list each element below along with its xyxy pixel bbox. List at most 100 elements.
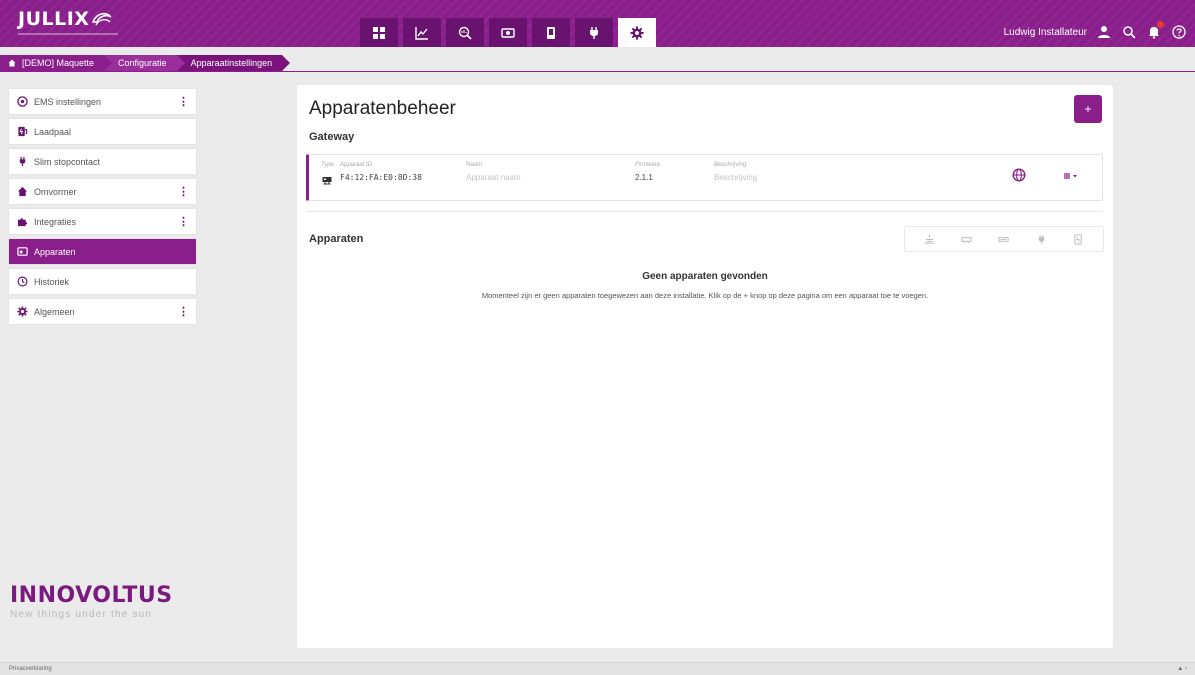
notification-bell-icon[interactable] bbox=[1146, 21, 1164, 40]
plug-icon bbox=[1038, 234, 1044, 244]
menu-caret-icon bbox=[1064, 173, 1077, 179]
gateway-id-label: Apparaat ID bbox=[340, 162, 373, 168]
logo-swirl-icon bbox=[92, 12, 113, 26]
filter-meter[interactable] bbox=[923, 232, 937, 246]
sidebar-item-label: Laadpaal bbox=[34, 126, 72, 137]
gateway-id-value: F4:12:FA:E0:8D:38 bbox=[340, 173, 422, 182]
dashboard-icon bbox=[373, 26, 385, 39]
more-options-icon[interactable]: ⋮ bbox=[178, 185, 189, 198]
gateway-name-label: Naam bbox=[466, 162, 483, 168]
sidebar-item-algemeen[interactable]: Algemeen ⋮ bbox=[9, 299, 196, 324]
gateway-firmware-label: Firmware bbox=[635, 162, 660, 168]
history-icon bbox=[17, 276, 28, 287]
gateway-name-column: Naam Apparaat naam bbox=[466, 162, 521, 182]
sidebar-item-label: EMS instellingen bbox=[34, 96, 102, 107]
gateway-id-column: Apparaat ID F4:12:FA:E0:8D:38 bbox=[340, 162, 422, 182]
add-device-button[interactable]: + bbox=[1074, 95, 1102, 123]
plug-icon bbox=[19, 156, 26, 167]
nav-tab-settings[interactable] bbox=[618, 18, 656, 47]
device-icon bbox=[17, 247, 28, 256]
breadcrumb: [DEMO] Maquette Configuratie Apparaatins… bbox=[0, 55, 290, 71]
brand-name: INNOVOLTUS bbox=[10, 583, 173, 608]
gateway-menu-dropdown[interactable] bbox=[1060, 168, 1082, 184]
help-icon[interactable] bbox=[1171, 24, 1187, 40]
gateway-section-title: Gateway bbox=[309, 131, 355, 143]
gateway-type-column: Type bbox=[321, 162, 334, 168]
meter-icon bbox=[925, 234, 935, 244]
section-divider bbox=[306, 211, 1103, 212]
scroll-top-icon[interactable]: ▲ › bbox=[1177, 666, 1187, 672]
more-options-icon[interactable]: ⋮ bbox=[178, 215, 189, 228]
nav-tab-analytics[interactable] bbox=[446, 18, 484, 47]
gateway-description-label: Beschrijving bbox=[714, 162, 747, 168]
sidebar-item-integraties[interactable]: Integraties ⋮ bbox=[9, 209, 196, 234]
logo-subtitle-line bbox=[18, 33, 118, 35]
sidebar-item-omvormer[interactable]: Omvormer ⋮ bbox=[9, 179, 196, 204]
charger-icon bbox=[1074, 233, 1082, 245]
sidebar-item-label: Algemeen bbox=[34, 306, 75, 317]
user-area: Ludwig Installateur bbox=[1004, 21, 1187, 40]
charger-icon bbox=[18, 126, 28, 137]
sidebar-item-label: Integraties bbox=[34, 216, 77, 227]
nav-tab-statistics[interactable] bbox=[403, 18, 441, 47]
breadcrumb-configuratie-label: Configuratie bbox=[118, 58, 167, 68]
search-icon[interactable] bbox=[1121, 24, 1137, 40]
money-icon bbox=[501, 27, 515, 38]
filter-inverter[interactable] bbox=[997, 232, 1011, 246]
sidebar: EMS instellingen ⋮ Laadpaal Slim stopcon… bbox=[9, 89, 196, 329]
nav-tab-finance[interactable] bbox=[489, 18, 527, 47]
filter-charger[interactable] bbox=[1071, 232, 1085, 246]
app-logo[interactable]: JULLIX bbox=[18, 8, 113, 30]
gear-icon bbox=[17, 306, 28, 317]
home-icon bbox=[17, 186, 28, 197]
breadcrumb-apparaatinstellingen-label: Apparaatinstellingen bbox=[190, 58, 273, 68]
main-panel: Apparatenbeheer + Gateway Type Apparaat … bbox=[297, 85, 1113, 648]
more-options-icon[interactable]: ⋮ bbox=[178, 95, 189, 108]
notification-badge bbox=[1157, 21, 1164, 28]
page-title: Apparatenbeheer bbox=[309, 98, 456, 119]
sidebar-item-apparaten[interactable]: Apparaten bbox=[9, 239, 196, 264]
filter-gateway[interactable] bbox=[960, 232, 974, 246]
breadcrumb-apparaatinstellingen[interactable]: Apparaatinstellingen bbox=[176, 55, 290, 71]
nav-tab-devices[interactable] bbox=[532, 18, 570, 47]
sidebar-item-label: Apparaten bbox=[34, 246, 76, 257]
gateway-type-label: Type bbox=[321, 162, 334, 168]
privacy-link[interactable]: Privacverklaring bbox=[9, 666, 52, 672]
top-navigation-bar: JULLIX Ludwig Installateur bbox=[0, 0, 1195, 47]
sidebar-item-ems-instellingen[interactable]: EMS instellingen ⋮ bbox=[9, 89, 196, 114]
plug-icon bbox=[590, 26, 598, 39]
gateway-firmware-column: Firmware 2.1.1 bbox=[635, 162, 660, 182]
sidebar-item-label: Historiek bbox=[34, 276, 70, 287]
brand-logo: INNOVOLTUS New things under the sun bbox=[10, 583, 173, 620]
main-nav-tabs bbox=[360, 18, 656, 47]
gateway-card: Type Apparaat ID F4:12:FA:E0:8D:38 Naam … bbox=[306, 154, 1103, 201]
gateway-description-field[interactable]: Beschrijving bbox=[714, 173, 757, 182]
nav-tab-plugs[interactable] bbox=[575, 18, 613, 47]
breadcrumb-home[interactable]: [DEMO] Maquette bbox=[0, 55, 113, 71]
globe-icon[interactable] bbox=[1012, 168, 1026, 182]
gateway-name-field[interactable]: Apparaat naam bbox=[466, 173, 521, 182]
gear-icon bbox=[630, 26, 644, 39]
sidebar-item-label: Omvormer bbox=[34, 186, 77, 197]
ems-icon bbox=[17, 96, 28, 107]
nav-tab-dashboard[interactable] bbox=[360, 18, 398, 47]
sidebar-item-historiek[interactable]: Historiek bbox=[9, 269, 196, 294]
phone-icon bbox=[547, 26, 555, 39]
sidebar-item-slim-stopcontact[interactable]: Slim stopcontact bbox=[9, 149, 196, 174]
devices-section-title: Apparaten bbox=[309, 233, 364, 245]
logo-text: JULLIX bbox=[18, 8, 90, 30]
breadcrumb-configuratie[interactable]: Configuratie bbox=[104, 55, 185, 71]
more-options-icon[interactable]: ⋮ bbox=[178, 305, 189, 318]
empty-state-title: Geen apparaten gevonden bbox=[642, 271, 768, 282]
filter-plug[interactable] bbox=[1034, 232, 1048, 246]
gateway-firmware-value: 2.1.1 bbox=[635, 173, 653, 182]
analytics-icon bbox=[458, 26, 472, 40]
router-icon bbox=[961, 236, 972, 243]
device-type-filter bbox=[904, 226, 1104, 252]
puzzle-icon bbox=[17, 218, 28, 227]
gateway-router-icon bbox=[322, 177, 332, 185]
sidebar-item-laadpaal[interactable]: Laadpaal bbox=[9, 119, 196, 144]
user-name[interactable]: Ludwig Installateur bbox=[1004, 27, 1087, 38]
sidebar-item-label: Slim stopcontact bbox=[34, 156, 101, 167]
user-icon[interactable] bbox=[1096, 24, 1112, 40]
